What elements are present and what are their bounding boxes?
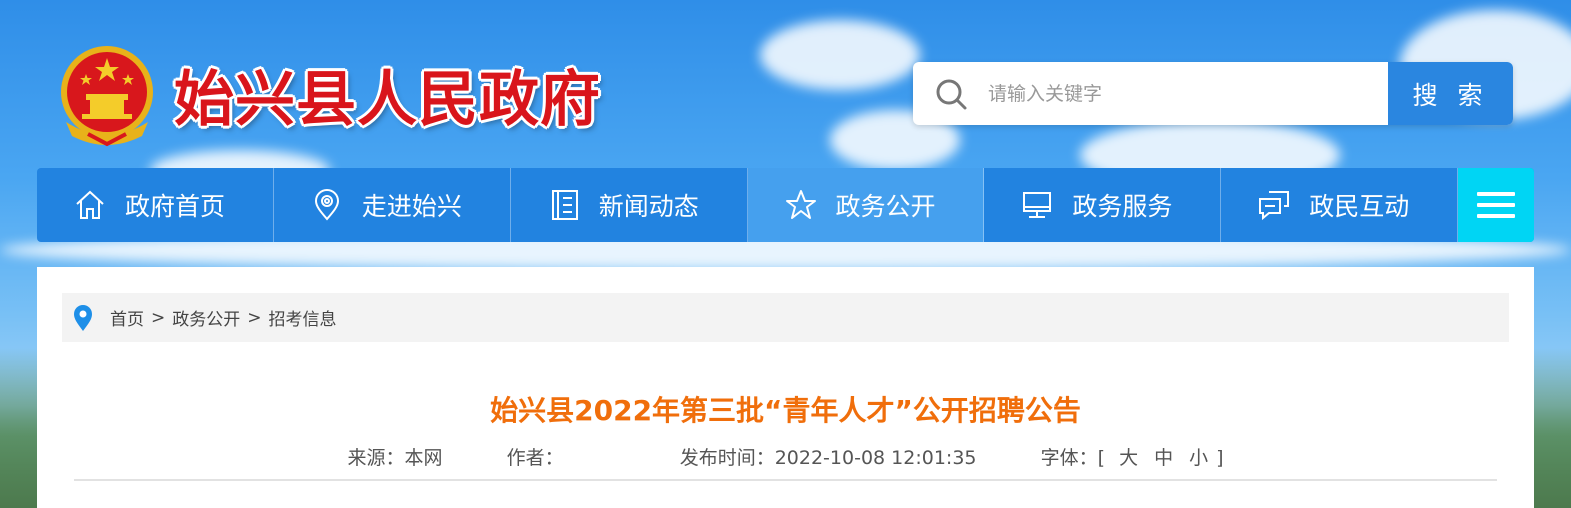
source-label: 来源：: [347, 447, 405, 469]
divider: [74, 479, 1497, 481]
site-title: 始兴县人民政府: [174, 65, 601, 135]
hamburger-menu-icon[interactable]: [1458, 168, 1534, 242]
search-box: 搜 索: [913, 62, 1513, 125]
breadcrumb-separator: >: [247, 307, 262, 328]
content-panel: 首页 > 政务公开 > 招考信息 始兴县2022年第三批“青年人才”公开招聘公告…: [37, 267, 1534, 508]
nav-item-news[interactable]: 新闻动态: [511, 168, 748, 242]
search-input[interactable]: [988, 62, 1388, 125]
publish-time-label: 发布时间：: [679, 447, 775, 469]
location-pin-icon: [72, 304, 96, 332]
author-label: 作者：: [506, 447, 564, 469]
breadcrumb-gov-affairs[interactable]: 政务公开: [172, 305, 240, 330]
chat-icon: [1256, 187, 1292, 223]
news-icon: [546, 187, 582, 223]
breadcrumb-home[interactable]: 首页: [110, 305, 144, 330]
nav-item-home[interactable]: 政府首页: [37, 168, 274, 242]
article-title: 始兴县2022年第三批“青年人才”公开招聘公告: [490, 394, 1081, 427]
location-pin-icon: [309, 187, 345, 223]
search-button[interactable]: 搜 索: [1388, 62, 1513, 125]
nav-item-interaction[interactable]: 政民互动: [1221, 168, 1459, 242]
nav-item-label: 政务服务: [1072, 192, 1173, 221]
nav-item-label: 政民互动: [1309, 192, 1410, 221]
nav-item-label: 政府首页: [125, 192, 226, 221]
nav-item-label: 政务公开: [835, 192, 936, 221]
source-value: 本网: [404, 447, 443, 469]
nav-item-label: 走进始兴: [361, 192, 462, 221]
font-size-small-button[interactable]: 小: [1189, 447, 1208, 469]
font-bracket-close: ]: [1216, 447, 1224, 469]
nav-item-label: 新闻动态: [598, 192, 699, 221]
publish-time-value: 2022-10-08 12:01:35: [774, 447, 977, 469]
national-emblem-icon: [58, 44, 156, 148]
font-bracket-open: [: [1097, 447, 1106, 469]
breadcrumb-recruitment[interactable]: 招考信息: [269, 305, 337, 330]
font-size-large-button[interactable]: 大: [1119, 447, 1138, 469]
breadcrumb-separator: >: [151, 307, 166, 328]
font-size-medium-button[interactable]: 中: [1154, 447, 1173, 469]
star-icon: [783, 187, 819, 223]
breadcrumb: 首页 > 政务公开 > 招考信息: [62, 293, 1509, 342]
main-nav: 政府首页 走进始兴 新闻动态 政务公开 政务服务 政民互动: [37, 168, 1534, 242]
article-meta: 来源：本网 作者： 发布时间：2022-10-08 12:01:35 字体：[ …: [37, 443, 1534, 470]
nav-item-gov-affairs[interactable]: 政务公开: [747, 168, 985, 242]
home-icon: [72, 187, 108, 223]
font-size-label: 字体：: [1040, 447, 1098, 469]
monitor-icon: [1019, 187, 1055, 223]
nav-item-about[interactable]: 走进始兴: [274, 168, 511, 242]
nav-item-services[interactable]: 政务服务: [984, 168, 1222, 242]
search-icon: [913, 62, 988, 125]
